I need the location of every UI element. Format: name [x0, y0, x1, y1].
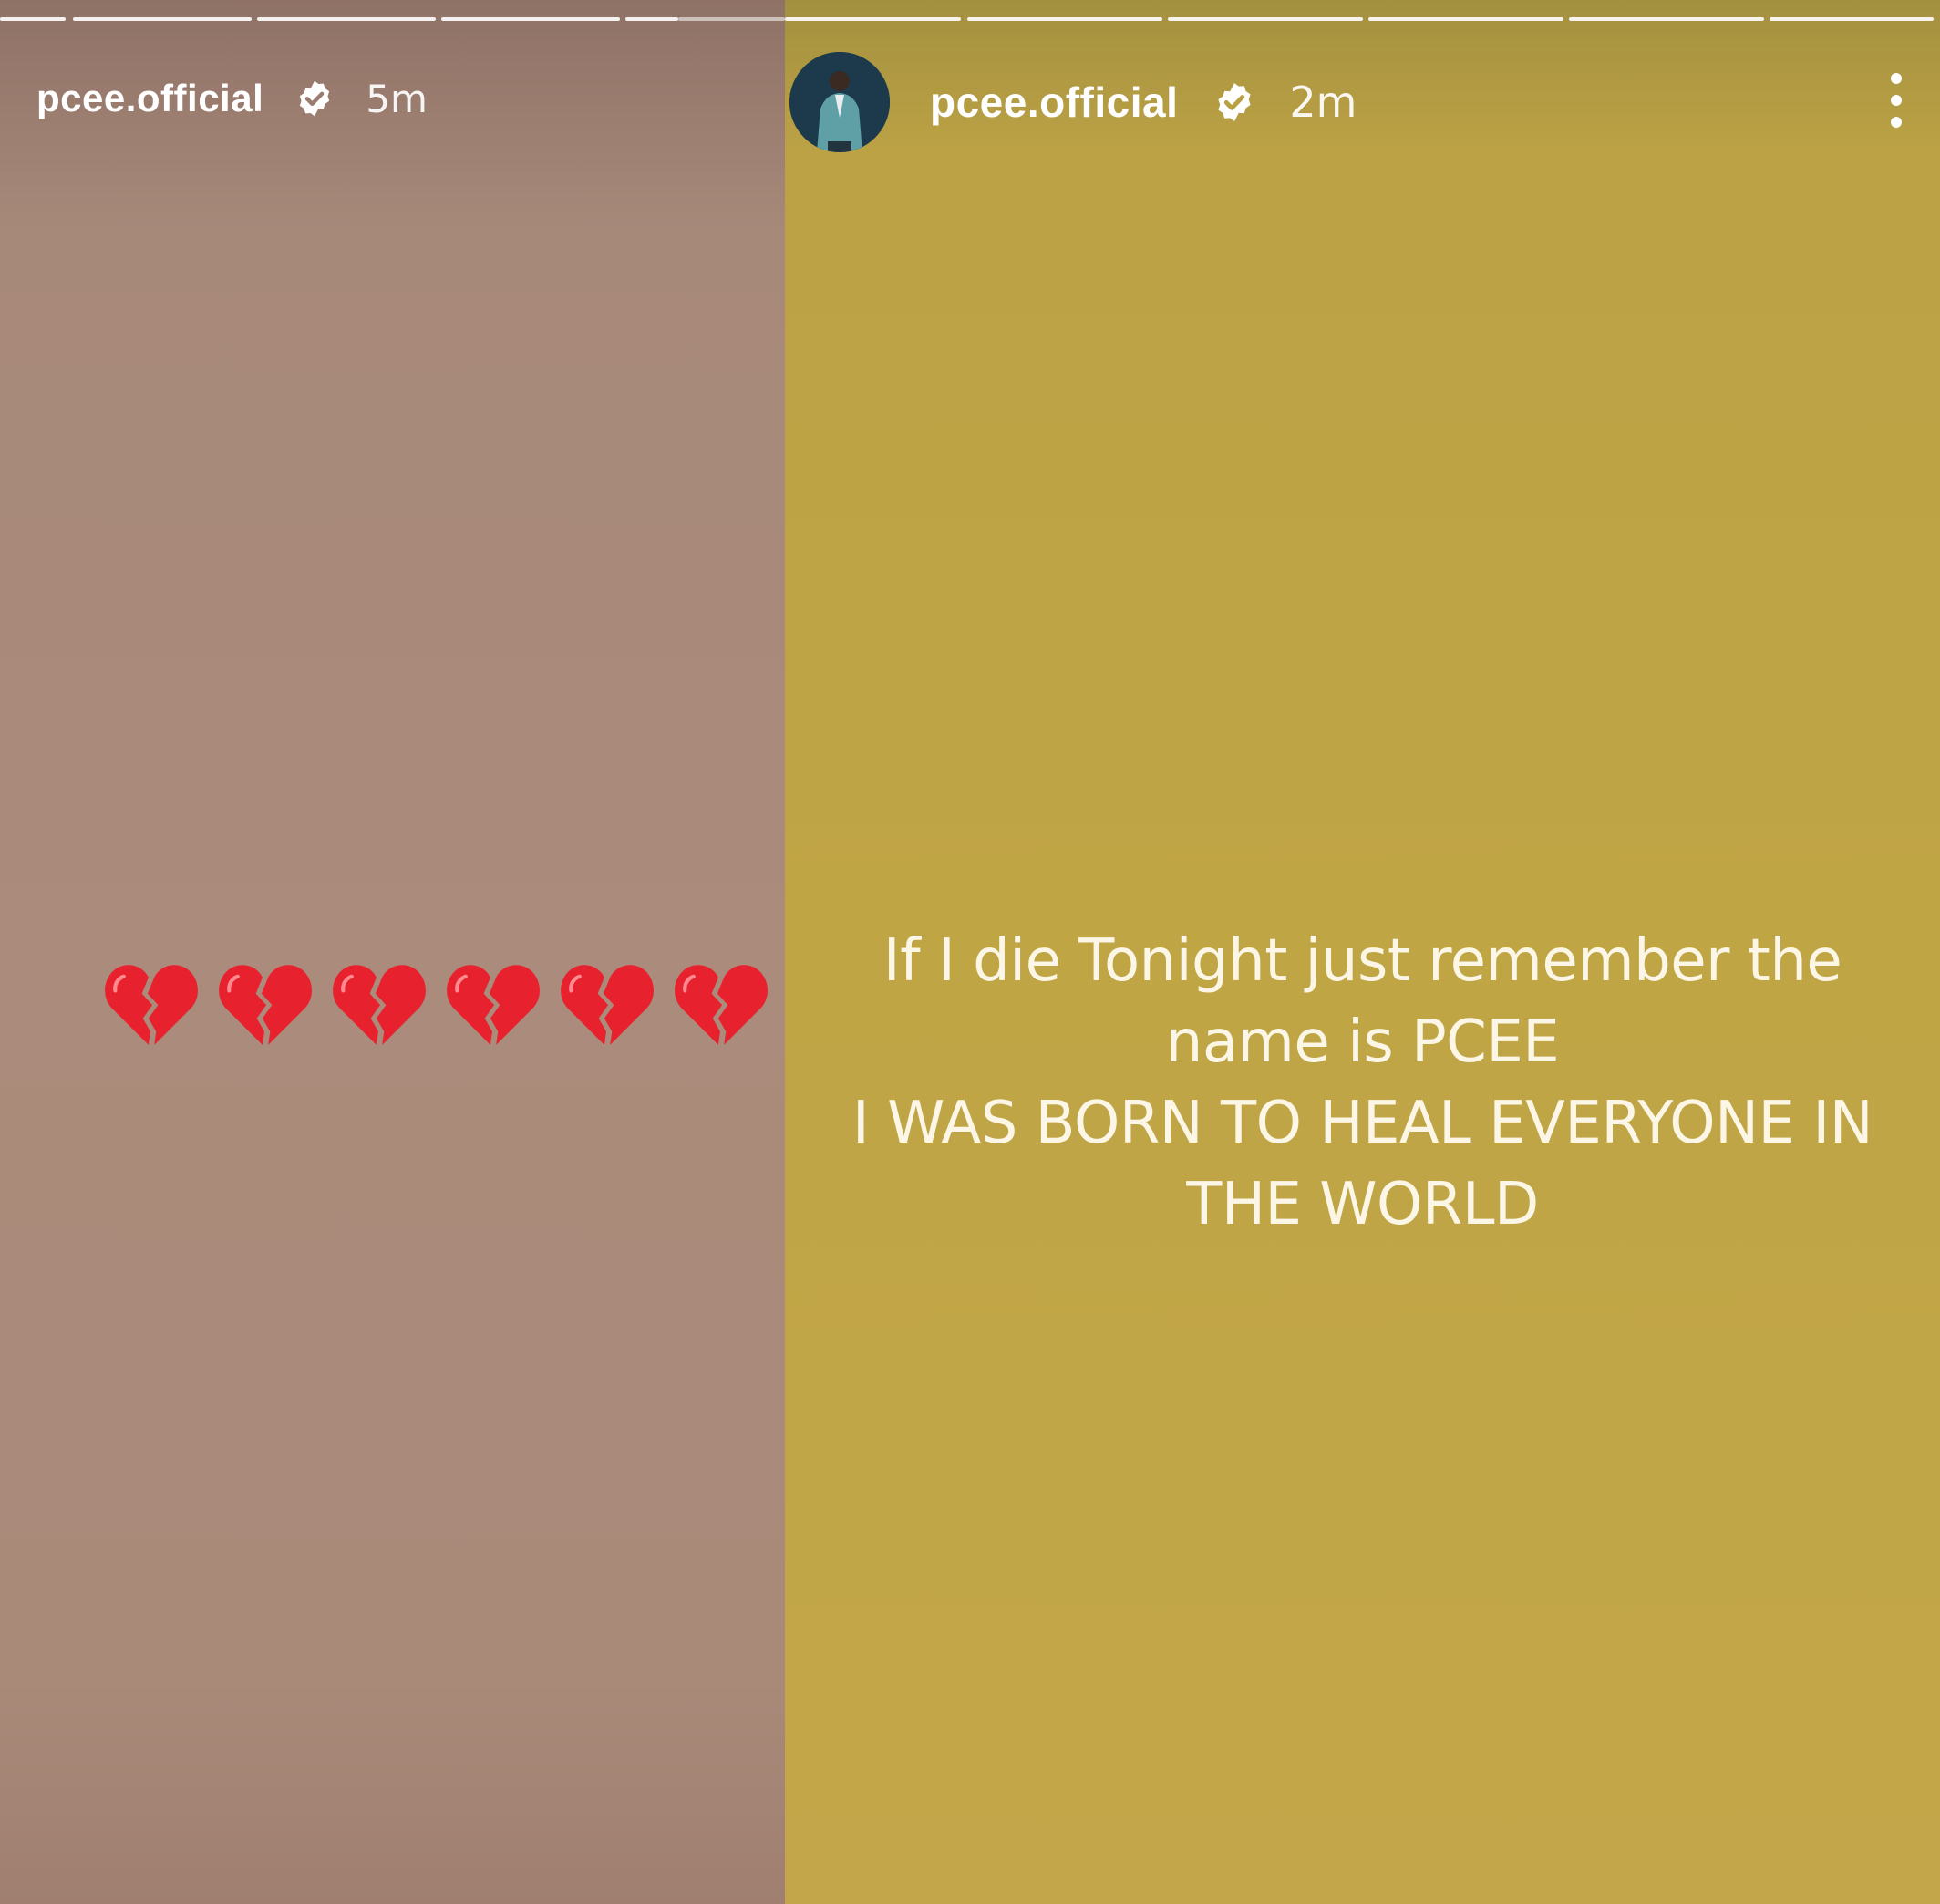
progress-segment	[73, 17, 252, 21]
progress-segment	[1368, 17, 1563, 21]
broken-heart-icon	[330, 959, 427, 1047]
progress-segment	[0, 17, 66, 21]
caption-line: THE WORLD	[1186, 1171, 1539, 1238]
left-story-panel[interactable]: pcee.official 5m	[0, 0, 785, 1904]
broken-heart-icon	[558, 959, 655, 1047]
progress-segment	[1168, 17, 1363, 21]
right-story-header: pcee.official 2m	[789, 48, 1357, 156]
avatar[interactable]	[789, 52, 890, 152]
more-vertical-icon[interactable]	[1878, 73, 1914, 128]
progress-segment	[967, 17, 1162, 21]
broken-heart-icon	[672, 959, 769, 1047]
verified-badge-icon	[294, 78, 335, 119]
timestamp: 2m	[1289, 78, 1357, 127]
broken-heart-icon	[102, 959, 199, 1047]
progress-segment	[678, 17, 785, 21]
story-caption: If I die Tonight just remember the name …	[785, 921, 1940, 1246]
broken-heart-icon	[444, 959, 541, 1047]
timestamp: 5m	[366, 76, 428, 121]
username[interactable]: pcee.official	[930, 78, 1178, 127]
progress-segment	[625, 17, 678, 21]
broken-heart-icon	[216, 959, 313, 1047]
caption-line: name is PCEE	[1165, 1009, 1560, 1076]
caption-line: I WAS BORN TO HEAL EVERYONE IN	[851, 1090, 1873, 1157]
caption-line: If I die Tonight just remember the	[882, 927, 1842, 995]
progress-segment	[1569, 17, 1764, 21]
progress-segment	[441, 17, 620, 21]
username[interactable]: pcee.official	[36, 77, 263, 120]
verified-badge-icon	[1212, 80, 1256, 124]
progress-segment	[785, 17, 961, 21]
progress-segment	[257, 17, 436, 21]
emoji-row	[102, 959, 769, 1047]
progress-segment	[1770, 17, 1934, 21]
left-story-header: pcee.official 5m	[36, 71, 428, 126]
